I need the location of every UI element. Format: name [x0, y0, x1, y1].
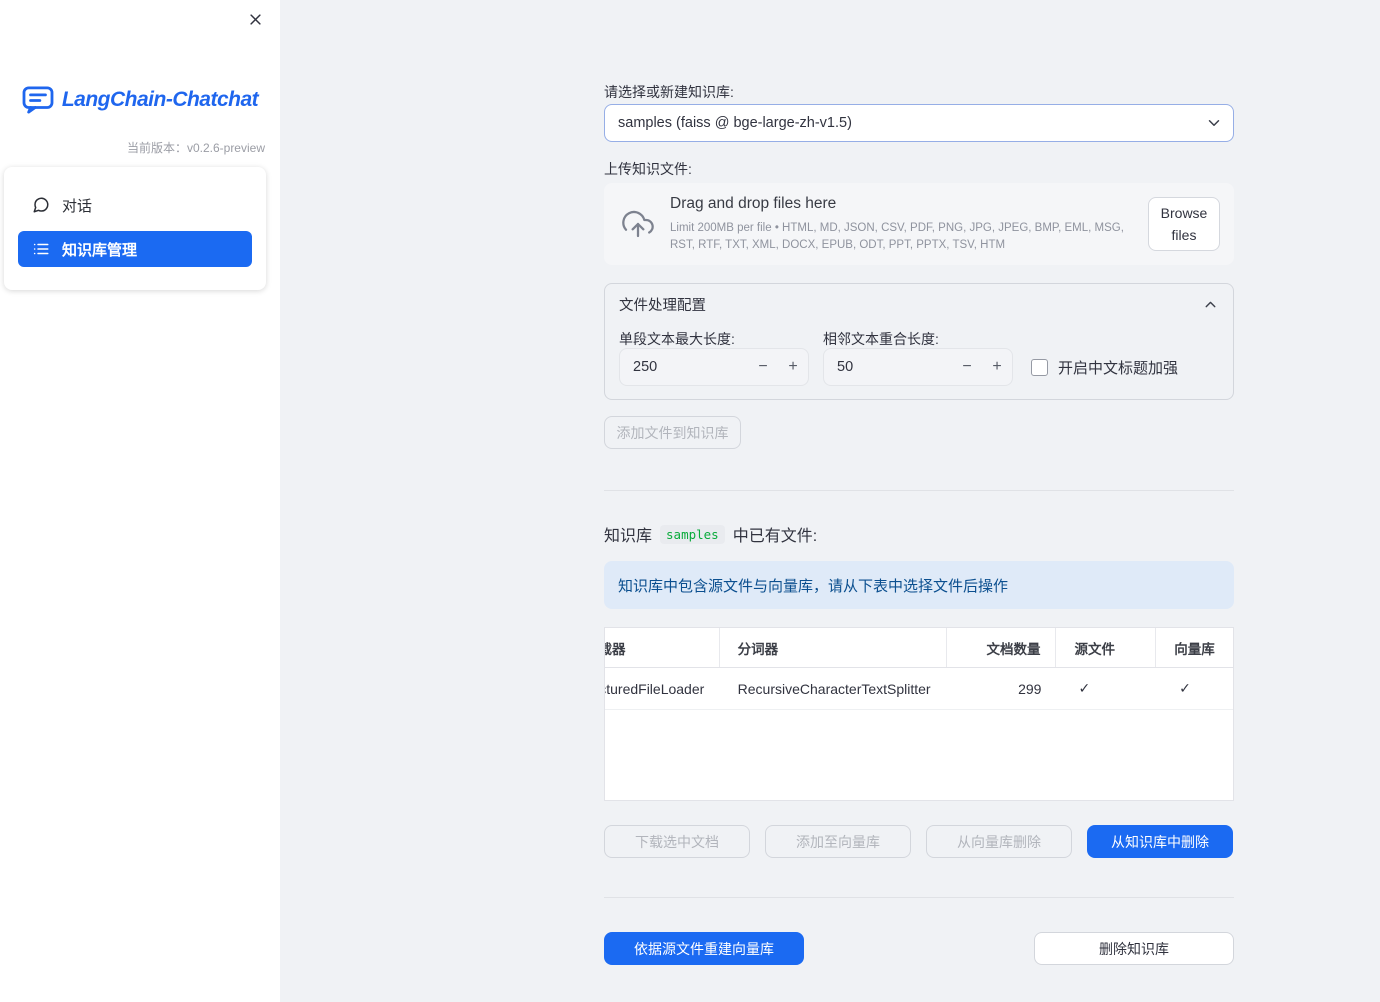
cell-vector-store-check: ✓ [1156, 668, 1233, 709]
version-label: 当前版本：v0.2.6-preview [126, 141, 265, 155]
table-header: 文档加载器 分词器 文档数量 源文件 向量库 [605, 628, 1233, 668]
col-header-label: 源文件 [1074, 641, 1115, 657]
browse-files-button[interactable]: Browse files [1148, 196, 1220, 252]
checkbox-box[interactable] [1031, 359, 1048, 376]
check-mark: ✓ [1179, 680, 1191, 696]
max-length-label: 单段文本最大长度: [619, 331, 735, 347]
kb-select[interactable]: samples (faiss @ bge-large-zh-v1.5) [604, 104, 1234, 142]
overlap-value: 50 [837, 359, 854, 375]
app-root: LangChain-Chatchat 当前版本：v0.2.6-preview 对… [0, 0, 1380, 1002]
overlap-plus-button[interactable]: + [982, 358, 1012, 376]
logo-text: LangChain-Chatchat [61, 88, 259, 111]
kb-files-table[interactable]: 文档加载器 分词器 文档数量 源文件 向量库 UnstructuredFileL… [604, 627, 1234, 801]
existing-files-heading: 知识库 samples 中已有文件: [604, 522, 817, 546]
sidebar: LangChain-Chatchat 当前版本：v0.2.6-preview 对… [0, 0, 280, 1002]
expander-header[interactable]: 文件处理配置 [605, 284, 1233, 324]
check-mark: ✓ [1078, 680, 1091, 696]
sidebar-close-icon[interactable] [242, 6, 268, 32]
kb-name-code: samples [660, 524, 725, 544]
max-length-minus-button[interactable]: − [748, 358, 778, 376]
cell-value: 299 [1018, 680, 1042, 697]
kb-select-value: samples (faiss @ bge-large-zh-v1.5) [618, 115, 852, 131]
delete-from-vector-store-button[interactable]: 从向量库删除 [926, 825, 1072, 858]
cell-value: RecursiveCharacterTextSplitter [737, 680, 931, 697]
add-to-vector-store-button[interactable]: 添加至向量库 [765, 825, 911, 858]
col-header-splitter[interactable]: 分词器 [720, 628, 947, 667]
list-icon [32, 240, 50, 258]
divider [604, 490, 1234, 491]
overlap-label: 相邻文本重合长度: [823, 331, 939, 347]
table-row[interactable]: UnstructuredFileLoader RecursiveCharacte… [605, 668, 1233, 710]
col-header-label: 文档加载器 [605, 641, 626, 657]
col-header-vector-store[interactable]: 向量库 [1156, 628, 1233, 667]
cell-splitter: RecursiveCharacterTextSplitter [720, 668, 947, 709]
upload-label: 上传知识文件: [604, 161, 692, 177]
col-header-loader[interactable]: 文档加载器 [605, 628, 720, 667]
max-length-value: 250 [633, 359, 658, 375]
download-selected-button[interactable]: 下载选中文档 [604, 825, 750, 858]
cell-value: UnstructuredFileLoader [605, 680, 705, 697]
overlap-minus-button[interactable]: − [952, 358, 982, 376]
col-header-source-file[interactable]: 源文件 [1056, 628, 1157, 667]
sidebar-item-knowledge-base[interactable]: 知识库管理 [18, 231, 252, 267]
main-content: 请选择或新建知识库: samples (faiss @ bge-large-zh… [604, 0, 1234, 1002]
checkbox-label: 开启中文标题加强 [1058, 360, 1179, 377]
menu-item-label: 知识库管理 [62, 241, 138, 259]
kb-select-label: 请选择或新建知识库: [604, 84, 734, 100]
info-banner: 知识库中包含源文件与向量库，请从下表中选择文件后操作 [604, 561, 1234, 609]
max-length-input[interactable]: 250 − + [619, 348, 809, 386]
existing-files-suffix: 中已有文件: [732, 528, 818, 545]
dropzone-main-text: Drag and drop files here [670, 194, 837, 212]
file-uploader-dropzone[interactable]: Drag and drop files here Limit 200MB per… [604, 183, 1234, 265]
max-length-plus-button[interactable]: + [778, 358, 808, 376]
cloud-upload-icon [620, 208, 656, 240]
chevron-up-icon [1202, 296, 1219, 313]
app-logo: LangChain-Chatchat [0, 86, 280, 114]
divider [604, 897, 1234, 898]
chat-bubble-icon [32, 196, 50, 214]
add-files-button[interactable]: 添加文件到知识库 [604, 416, 741, 449]
dropzone-limit-text: Limit 200MB per file • HTML, MD, JSON, C… [670, 221, 1124, 251]
delete-from-kb-button[interactable]: 从知识库中删除 [1087, 825, 1233, 858]
zh-title-enhance-checkbox[interactable]: 开启中文标题加强 [1031, 357, 1178, 378]
dropzone-text: Drag and drop files here Limit 200MB per… [670, 195, 1148, 253]
col-header-label: 分词器 [737, 641, 779, 657]
cell-loader: UnstructuredFileLoader [605, 668, 720, 709]
sidebar-item-dialogue[interactable]: 对话 [18, 187, 252, 223]
logo-chat-icon [22, 86, 54, 114]
existing-files-prefix: 知识库 [604, 528, 653, 545]
chevron-down-icon [1205, 114, 1223, 132]
rebuild-vector-store-button[interactable]: 依据源文件重建向量库 [604, 932, 804, 965]
col-header-label: 文档数量 [986, 641, 1041, 657]
col-header-doc-count[interactable]: 文档数量 [947, 628, 1057, 667]
col-header-label: 向量库 [1174, 641, 1215, 657]
cell-doc-count: 299 [947, 668, 1057, 709]
delete-kb-button[interactable]: 删除知识库 [1034, 932, 1234, 965]
cell-source-file-check: ✓ [1056, 668, 1156, 709]
overlap-input[interactable]: 50 − + [823, 348, 1013, 386]
sidebar-menu: 对话 知识库管理 [4, 167, 266, 290]
expander-title: 文件处理配置 [619, 297, 706, 314]
file-config-expander: 文件处理配置 单段文本最大长度: 相邻文本重合长度: 250 − + 50 − … [604, 283, 1234, 400]
info-banner-text: 知识库中包含源文件与向量库，请从下表中选择文件后操作 [618, 577, 1009, 595]
menu-item-label: 对话 [62, 197, 93, 215]
